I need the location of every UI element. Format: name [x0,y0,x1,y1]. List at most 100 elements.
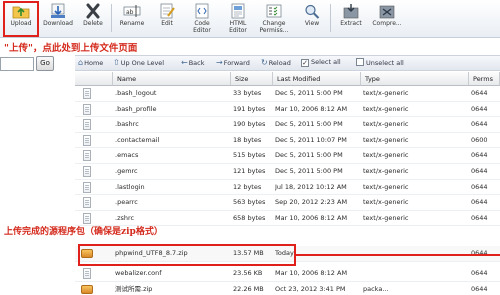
file-icon [83,103,91,115]
file-perms: 0644 [471,151,488,160]
delete-button[interactable]: Delete [74,3,112,37]
file-icon [83,212,91,224]
checkbox-empty-icon [356,58,364,66]
file-size: 18 bytes [233,135,262,144]
file-modified: Dec 5, 2011 10:07 PM [275,135,347,144]
column-header-name[interactable]: Name [113,72,231,86]
file-size: 190 bytes [233,120,266,129]
go-button[interactable]: Go [36,56,54,71]
table-row[interactable]: .bash_logout 33 bytes Dec 5, 2011 5:00 P… [75,86,500,102]
file-type [363,266,431,282]
file-type: text/x-generic [363,213,409,222]
file-name: .pearrc [115,198,138,207]
table-row[interactable]: .lastlogin 12 bytes Jul 18, 2012 10:12 A… [75,180,500,196]
file-type: text/x-generic [363,120,409,129]
unselect-all-link[interactable]: Unselect all [356,58,404,67]
delete-label: Delete [83,20,103,27]
compress-icon [379,5,395,19]
compress-label: Compre... [372,20,402,27]
column-header-type[interactable]: Type [361,72,469,86]
file-perms: 0600 [471,135,488,144]
table-row[interactable]: .gemrc 121 bytes Dec 5, 2011 5:00 PM tex… [75,164,500,180]
file-size: 563 bytes [233,198,266,207]
code-editor-button[interactable]: Code Editor [183,3,221,37]
html-editor-button[interactable]: HTML Editor [219,3,257,37]
file-size: 22.26 MB [233,285,264,293]
file-modified: Jul 18, 2012 10:12 AM [275,182,347,191]
permissions-icon [266,4,282,18]
file-icon [83,134,91,146]
file-size: 33 bytes [233,89,262,97]
back-label: Back [188,59,205,67]
view-label: View [304,20,320,27]
table-row[interactable]: .bash_profile 191 bytes Mar 10, 2006 8:1… [75,102,500,118]
table-row[interactable]: webalizer.conf 23.56 KB Mar 10, 2006 8:1… [75,266,500,282]
file-perms: 0644 [471,269,488,277]
file-icon [83,268,91,279]
home-label: Home [84,59,104,67]
path-input[interactable] [0,57,34,71]
file-size: 658 bytes [233,213,266,222]
file-type: text/x-generic [363,135,409,144]
rename-label: Rename [119,20,145,27]
back-arrow-icon: ← [181,58,188,67]
table-row[interactable]: .contactemail 18 bytes Dec 5, 2011 10:07… [75,133,500,149]
file-perms: 0644 [471,198,488,207]
file-modified: Dec 5, 2011 5:00 PM [275,151,343,160]
table-row[interactable]: .pearrc 563 bytes Sep 20, 2012 2:23 AM t… [75,195,500,211]
download-icon [51,3,65,18]
column-header-last-modified[interactable]: Last Modified [273,72,361,86]
table-row[interactable]: 测试所需.zip 22.26 MB Oct 23, 2012 3:41 PM p… [75,282,500,295]
forward-link[interactable]: →Forward [216,58,250,67]
column-header-size[interactable]: Size [231,72,273,86]
highlight-underline [296,254,500,256]
rename-button[interactable]: ab Rename [113,3,151,37]
change-permissions-button[interactable]: Change Permiss... [255,3,293,37]
file-type: text/x-generic [363,104,409,113]
compress-button[interactable]: Compre... [368,3,406,37]
reload-link[interactable]: ↻Reload [261,58,291,67]
file-type: text/x-generic [363,151,409,160]
file-icon [83,150,91,162]
file-name: 测试所需.zip [115,285,153,293]
html-editor-label: HTML Editor [229,20,247,34]
file-name: .contactemail [115,135,160,144]
table-row[interactable]: .bashrc 190 bytes Dec 5, 2011 5:00 PM te… [75,117,500,133]
select-all-link[interactable]: ✓ Select all [301,58,341,67]
forward-arrow-icon: → [216,58,223,67]
forward-label: Forward [223,59,250,67]
table-row[interactable]: .emacs 515 bytes Dec 5, 2011 5:00 PM tex… [75,148,500,164]
change-permissions-label: Change Permiss... [259,20,289,34]
file-modified: Mar 10, 2006 8:12 AM [275,213,348,222]
file-modified: Oct 23, 2012 3:41 PM [275,285,346,293]
file-perms: 0644 [471,104,488,113]
file-modified: Dec 5, 2011 5:00 PM [275,120,343,129]
back-link[interactable]: ←Back [181,58,204,67]
file-name: .lastlogin [115,182,145,191]
edit-button[interactable]: Edit [148,3,186,37]
file-type: text/x-generic [363,198,409,207]
svg-text:ab: ab [126,9,134,16]
extract-button[interactable]: Extract [332,3,370,37]
uploaded-file-highlight-box [78,244,296,266]
up-one-level-link[interactable]: ⇧Up One Level [113,58,164,67]
html-editor-icon [231,3,245,19]
file-type: text/x-generic [363,89,409,97]
file-icon [83,181,91,193]
file-modified: Dec 5, 2011 5:00 PM [275,89,343,97]
home-icon: ⌂ [78,58,84,67]
file-perms: 0644 [471,213,488,222]
file-navigation-bar: ⌂Home ⇧Up One Level ←Back →Forward ↻Relo… [75,55,500,71]
column-header-icon [75,72,113,86]
file-perms: 0644 [471,285,488,293]
column-header-perms[interactable]: Perms [469,72,500,86]
file-name: .bashrc [115,120,139,129]
file-name: .bash_profile [115,104,157,113]
file-name: webalizer.conf [115,269,162,277]
home-link[interactable]: ⌂Home [78,58,103,67]
download-button[interactable]: Download [39,3,77,37]
file-type: text/x-generic [363,182,409,191]
view-icon [305,4,320,19]
file-icon [83,197,91,209]
view-button[interactable]: View [293,3,331,37]
